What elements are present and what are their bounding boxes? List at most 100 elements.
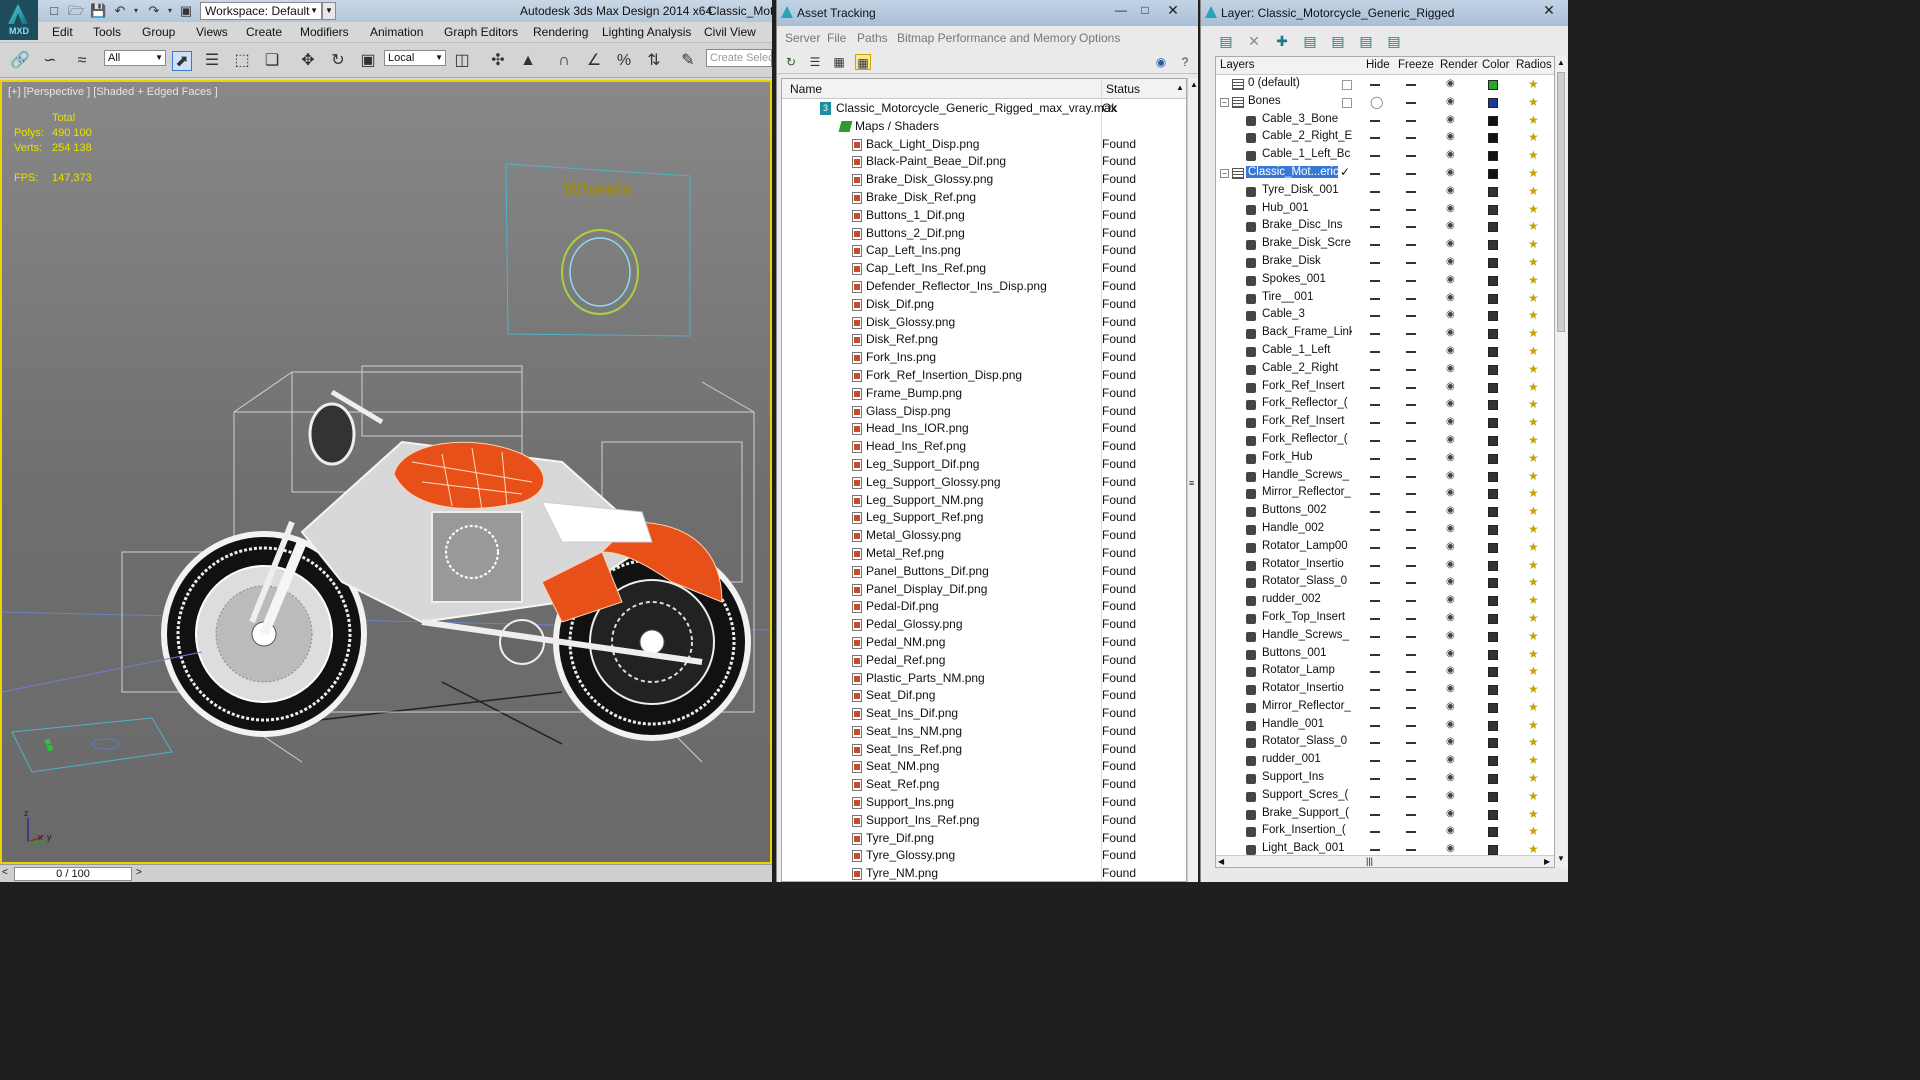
- freeze-toggle[interactable]: [1406, 386, 1416, 389]
- add-to-layer-icon[interactable]: ✚: [1273, 32, 1291, 50]
- render-teapot-icon[interactable]: ◉: [1446, 310, 1460, 320]
- render-teapot-icon[interactable]: ◉: [1446, 790, 1460, 801]
- object-row[interactable]: Fork_Reflector_(◉ ★: [1216, 432, 1554, 450]
- freeze-toggle[interactable]: [1406, 155, 1416, 158]
- undo-dropdown-icon[interactable]: ▾: [128, 3, 144, 19]
- radiosity-icon[interactable]: ★: [1528, 166, 1540, 180]
- scroll-grip-icon[interactable]: ≡: [1189, 478, 1197, 490]
- hide-toggle[interactable]: [1370, 778, 1380, 781]
- freeze-toggle[interactable]: [1406, 261, 1416, 264]
- menu-options[interactable]: Options: [1079, 31, 1120, 45]
- render-teapot-icon[interactable]: ◉: [1446, 185, 1460, 196]
- asset-file-row[interactable]: Brake_Disk_Glossy.png Found: [782, 171, 1182, 189]
- layer-color-swatch[interactable]: [1488, 311, 1498, 322]
- freeze-toggle[interactable]: [1406, 760, 1416, 763]
- asset-file-row[interactable]: Head_Ins_IOR.png Found: [782, 420, 1182, 438]
- layer-name[interactable]: Rotator_Insertio: [1260, 682, 1346, 694]
- move-icon[interactable]: ✥: [298, 51, 318, 71]
- hide-toggle[interactable]: [1370, 546, 1380, 549]
- hide-toggle[interactable]: [1370, 635, 1380, 638]
- asset-file-row[interactable]: Metal_Ref.png Found: [782, 545, 1182, 563]
- column-render[interactable]: Render: [1440, 59, 1478, 71]
- radiosity-icon[interactable]: ★: [1528, 487, 1540, 500]
- freeze-toggle[interactable]: [1406, 493, 1416, 496]
- freeze-toggle[interactable]: [1406, 333, 1416, 336]
- render-teapot-icon[interactable]: ◉: [1446, 506, 1460, 516]
- asset-file-row[interactable]: Head_Ins_Ref.png Found: [782, 438, 1182, 456]
- render-teapot-icon[interactable]: ◉: [1446, 648, 1460, 659]
- menu-bitmap-performance[interactable]: Bitmap Performance and Memory: [897, 31, 1076, 45]
- layer-name[interactable]: Fork_Hub: [1260, 451, 1315, 463]
- radiosity-icon[interactable]: ★: [1528, 576, 1540, 589]
- asset-file-row[interactable]: Pedal_Glossy.png Found: [782, 616, 1182, 634]
- freeze-toggle[interactable]: [1406, 368, 1416, 371]
- scroll-down-icon[interactable]: ▼: [1557, 854, 1565, 863]
- radiosity-icon[interactable]: ★: [1528, 522, 1540, 536]
- render-teapot-icon[interactable]: ◉: [1446, 595, 1460, 605]
- render-teapot-icon[interactable]: ◉: [1446, 239, 1460, 249]
- scroll-up-icon[interactable]: ▲: [1557, 58, 1565, 67]
- freeze-toggle[interactable]: [1406, 457, 1416, 460]
- asset-file-row[interactable]: Seat_Ins_NM.png Found: [782, 723, 1182, 741]
- radiosity-icon[interactable]: ★: [1528, 700, 1540, 714]
- hide-toggle[interactable]: [1370, 813, 1380, 816]
- object-row[interactable]: Support_Scres_(◉ ★: [1216, 788, 1554, 806]
- layer-color-swatch[interactable]: [1488, 720, 1498, 731]
- hide-toggle[interactable]: [1370, 226, 1380, 229]
- render-teapot-icon[interactable]: ◉: [1446, 345, 1460, 356]
- freeze-toggle[interactable]: [1406, 244, 1416, 247]
- chevron-down-icon[interactable]: ▼: [322, 2, 336, 20]
- layer-horizontal-scrollbar[interactable]: ◀ ||| ▶: [1216, 855, 1554, 867]
- collapse-toggle-icon[interactable]: −: [1220, 97, 1229, 107]
- freeze-toggle[interactable]: [1406, 172, 1416, 175]
- app-menu-button[interactable]: MXD: [0, 0, 38, 40]
- layer-color-swatch[interactable]: [1488, 80, 1498, 90]
- layer-color-swatch[interactable]: [1488, 186, 1498, 197]
- asset-file-row[interactable]: Leg_Support_NM.png Found: [782, 492, 1182, 510]
- redo-icon[interactable]: ↷: [146, 3, 162, 19]
- asset-file-row[interactable]: Fork_Ref_Insertion_Disp.png Found: [782, 367, 1182, 385]
- render-teapot-icon[interactable]: ◉: [1446, 79, 1460, 89]
- hide-toggle[interactable]: [1370, 190, 1380, 193]
- menu-views[interactable]: Views: [196, 25, 228, 39]
- radiosity-icon[interactable]: ★: [1528, 362, 1540, 376]
- hide-toggle[interactable]: [1370, 386, 1380, 389]
- layer-color-swatch[interactable]: [1488, 329, 1498, 340]
- asset-file-row[interactable]: Support_Ins.png Found: [782, 794, 1182, 812]
- layer-color-swatch[interactable]: [1488, 346, 1498, 357]
- layer-color-swatch[interactable]: [1488, 524, 1498, 535]
- object-row[interactable]: Tire__001 ◉ ★: [1216, 290, 1554, 308]
- render-teapot-icon[interactable]: ◉: [1446, 470, 1460, 481]
- asset-file-row[interactable]: Seat_Dif.png Found: [782, 687, 1182, 705]
- freeze-toggle[interactable]: [1406, 226, 1416, 229]
- freeze-toggle[interactable]: [1406, 600, 1416, 603]
- table-view-icon[interactable]: ▦: [855, 54, 871, 70]
- radiosity-icon[interactable]: ★: [1528, 772, 1540, 785]
- object-row[interactable]: Fork_Reflector_(◉ ★: [1216, 396, 1554, 414]
- freeze-toggle[interactable]: [1406, 475, 1416, 478]
- asset-folder-row[interactable]: Maps / Shaders: [782, 118, 1182, 136]
- hide-toggle[interactable]: [1370, 368, 1380, 371]
- layer-color-swatch[interactable]: [1488, 667, 1498, 678]
- asset-file-row[interactable]: Panel_Buttons_Dif.png Found: [782, 563, 1182, 581]
- render-teapot-icon[interactable]: ◉: [1446, 630, 1460, 641]
- render-teapot-icon[interactable]: ◉: [1446, 292, 1460, 303]
- layer-row[interactable]: 0 (default) ◉ ★: [1216, 76, 1554, 94]
- render-teapot-icon[interactable]: ◉: [1446, 737, 1460, 747]
- object-row[interactable]: Tyre_Disk_001 ◉ ★: [1216, 183, 1554, 201]
- layer-color-swatch[interactable]: [1488, 418, 1498, 429]
- scroll-left-icon[interactable]: ◀: [1218, 857, 1224, 866]
- hide-toggle[interactable]: [1370, 493, 1380, 496]
- hide-toggle[interactable]: [1370, 297, 1380, 300]
- time-slider[interactable]: 0 / 100: [14, 867, 132, 881]
- object-row[interactable]: Back_Frame_Link ◉ ★: [1216, 325, 1554, 343]
- layer-name[interactable]: rudder_001: [1260, 753, 1323, 765]
- object-row[interactable]: Rotator_Slass_0 ◉ ★: [1216, 734, 1554, 752]
- asset-file-row[interactable]: Cap_Left_Ins_Ref.png Found: [782, 260, 1182, 278]
- asset-file-row[interactable]: Cap_Left_Ins.png Found: [782, 242, 1182, 260]
- render-teapot-icon[interactable]: ◉: [1446, 684, 1460, 694]
- radiosity-icon[interactable]: ★: [1528, 238, 1540, 251]
- asset-file-row[interactable]: Leg_Support_Glossy.png Found: [782, 474, 1182, 492]
- layer-name[interactable]: Tyre_Disk_001: [1260, 184, 1341, 196]
- asset-file-row[interactable]: Disk_Dif.png Found: [782, 296, 1182, 314]
